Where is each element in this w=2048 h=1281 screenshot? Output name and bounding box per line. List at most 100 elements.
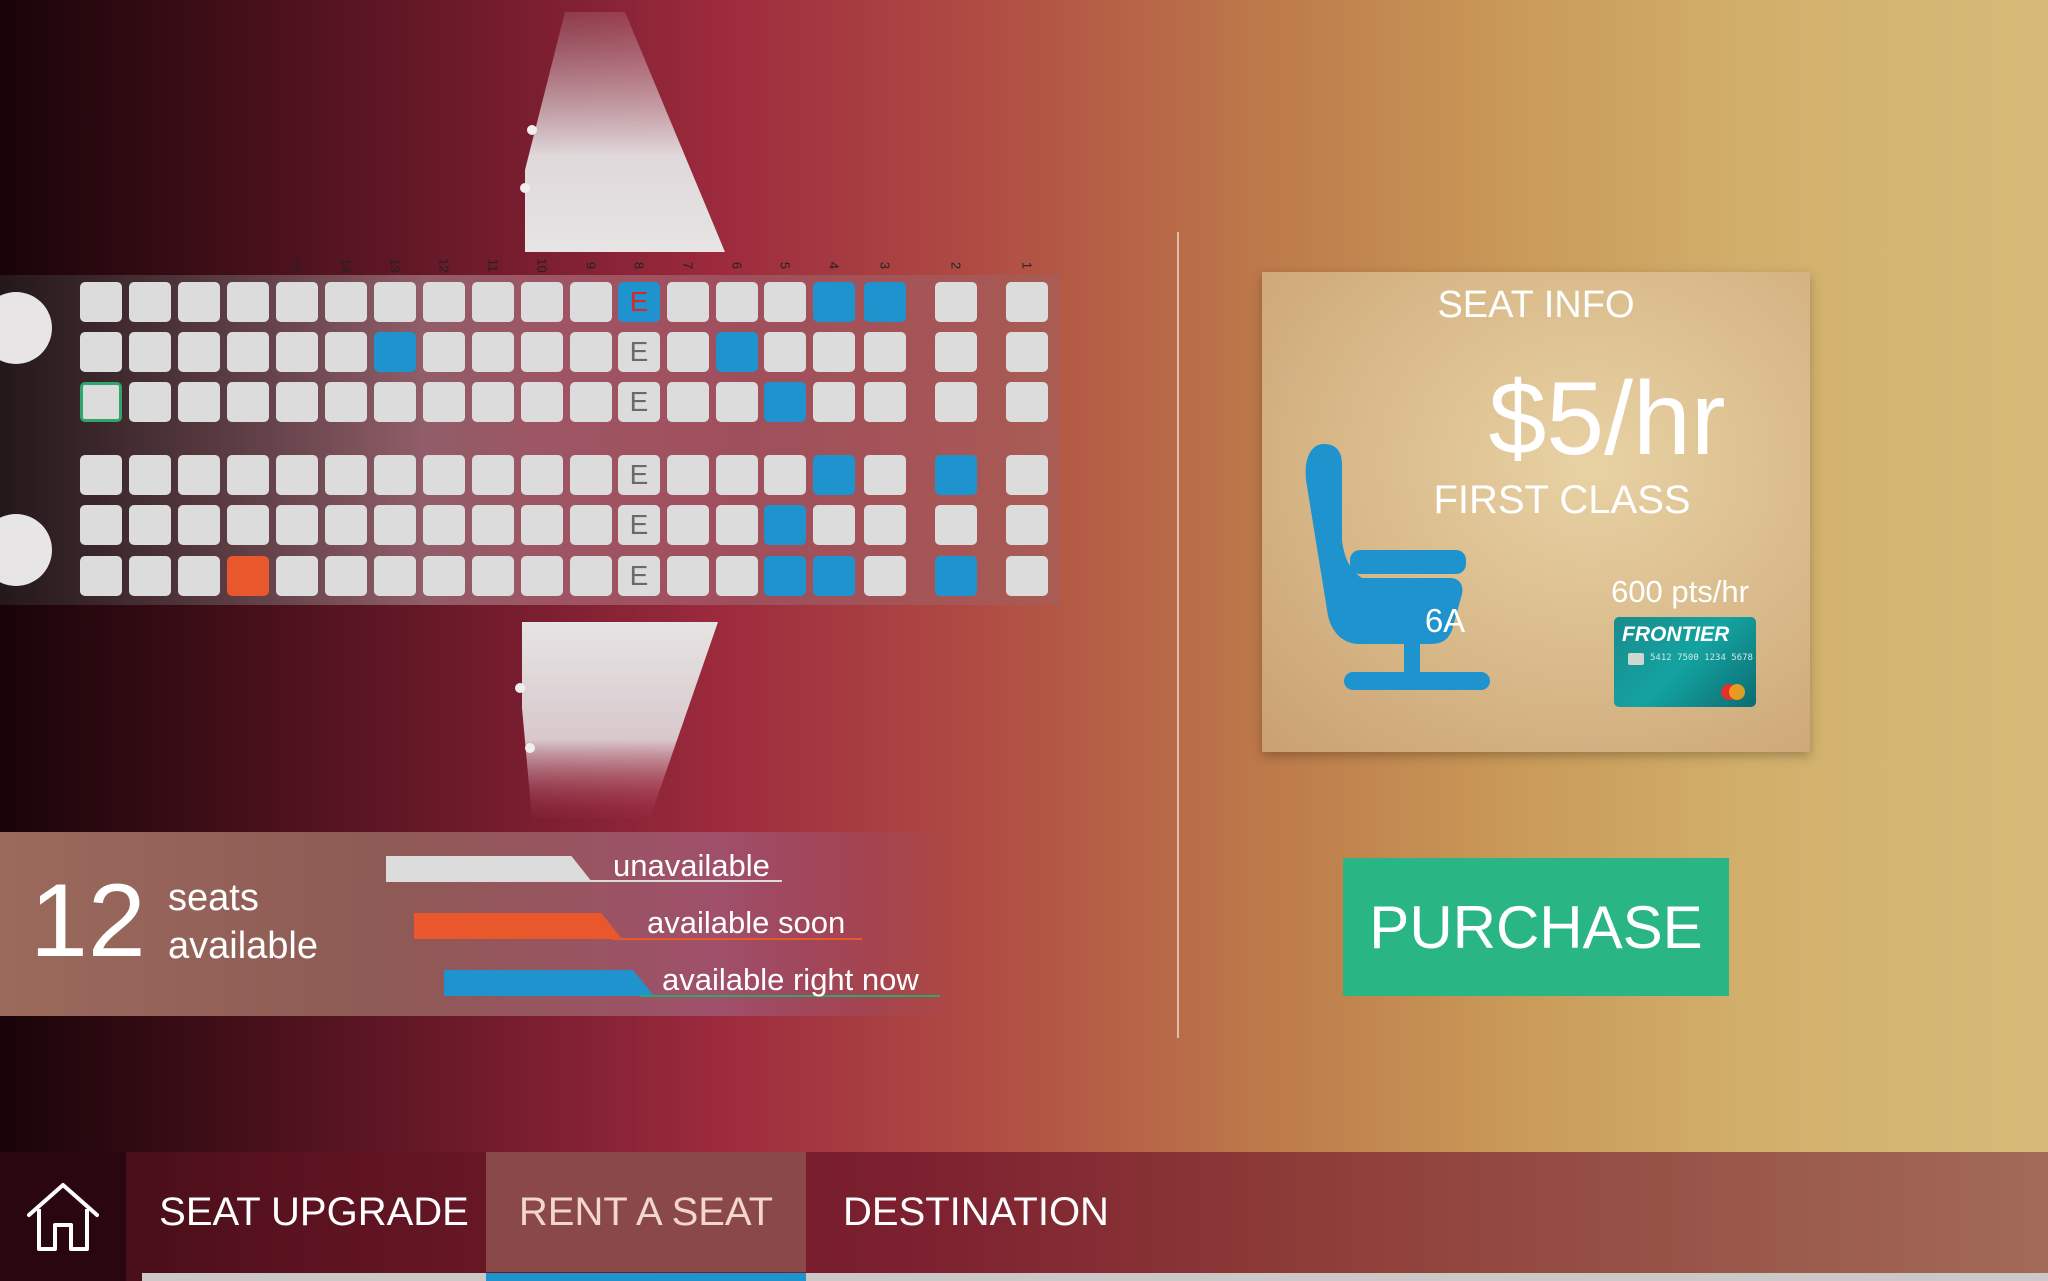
seat-unavailable[interactable] bbox=[178, 382, 220, 422]
seat-unavailable[interactable] bbox=[178, 455, 220, 495]
seat-unavailable[interactable] bbox=[864, 332, 906, 372]
seat-unavailable[interactable] bbox=[276, 332, 318, 372]
exit-row-seat[interactable]: E bbox=[618, 556, 660, 596]
seat-unavailable[interactable] bbox=[667, 382, 709, 422]
seat-unavailable[interactable] bbox=[570, 282, 612, 322]
seat-unavailable[interactable] bbox=[325, 382, 367, 422]
seat-unavailable[interactable] bbox=[178, 556, 220, 596]
seat-unavailable[interactable] bbox=[276, 282, 318, 322]
seat-unavailable[interactable] bbox=[570, 332, 612, 372]
seat-unavailable[interactable] bbox=[764, 332, 806, 372]
tab-destination[interactable]: DESTINATION bbox=[806, 1152, 1146, 1272]
seat-unavailable[interactable] bbox=[80, 556, 122, 596]
seat-unavailable[interactable] bbox=[80, 282, 122, 322]
seat-unavailable[interactable] bbox=[80, 332, 122, 372]
seat-unavailable[interactable] bbox=[80, 505, 122, 545]
seat-unavailable[interactable] bbox=[129, 382, 171, 422]
seat-unavailable[interactable] bbox=[472, 282, 514, 322]
seat-unavailable[interactable] bbox=[813, 332, 855, 372]
seat-unavailable[interactable] bbox=[864, 382, 906, 422]
seat-unavailable[interactable] bbox=[178, 505, 220, 545]
seat-unavailable[interactable] bbox=[570, 455, 612, 495]
seat-unavailable[interactable] bbox=[521, 382, 563, 422]
seat-unavailable[interactable] bbox=[716, 282, 758, 322]
seat-available-now[interactable] bbox=[764, 505, 806, 545]
seat-unavailable[interactable] bbox=[80, 382, 122, 422]
seat-unavailable[interactable] bbox=[935, 505, 977, 545]
seat-unavailable[interactable] bbox=[374, 505, 416, 545]
seat-unavailable[interactable] bbox=[325, 282, 367, 322]
seat-unavailable[interactable] bbox=[716, 505, 758, 545]
seat-unavailable[interactable] bbox=[570, 505, 612, 545]
seat-unavailable[interactable] bbox=[716, 556, 758, 596]
exit-row-seat[interactable]: E bbox=[618, 282, 660, 322]
seat-unavailable[interactable] bbox=[472, 455, 514, 495]
seat-unavailable[interactable] bbox=[178, 282, 220, 322]
purchase-button[interactable]: PURCHASE bbox=[1343, 858, 1729, 996]
tab-seat-upgrade[interactable]: SEAT UPGRADE bbox=[142, 1152, 486, 1272]
seat-unavailable[interactable] bbox=[521, 455, 563, 495]
seat-unavailable[interactable] bbox=[276, 455, 318, 495]
seat-unavailable[interactable] bbox=[472, 382, 514, 422]
seat-unavailable[interactable] bbox=[423, 455, 465, 495]
seat-unavailable[interactable] bbox=[129, 282, 171, 322]
seat-unavailable[interactable] bbox=[667, 505, 709, 545]
seat-unavailable[interactable] bbox=[374, 455, 416, 495]
seat-available-now[interactable] bbox=[764, 556, 806, 596]
seat-unavailable[interactable] bbox=[864, 556, 906, 596]
seat-unavailable[interactable] bbox=[227, 455, 269, 495]
seat-unavailable[interactable] bbox=[374, 556, 416, 596]
seat-unavailable[interactable] bbox=[423, 556, 465, 596]
seat-available-now[interactable] bbox=[813, 455, 855, 495]
seat-unavailable[interactable] bbox=[276, 505, 318, 545]
seat-unavailable[interactable] bbox=[667, 282, 709, 322]
seat-unavailable[interactable] bbox=[570, 382, 612, 422]
seat-unavailable[interactable] bbox=[521, 556, 563, 596]
seat-unavailable[interactable] bbox=[935, 282, 977, 322]
seat-unavailable[interactable] bbox=[472, 556, 514, 596]
seat-available-now[interactable] bbox=[764, 382, 806, 422]
seat-available-now[interactable] bbox=[813, 556, 855, 596]
seat-unavailable[interactable] bbox=[374, 382, 416, 422]
exit-row-seat[interactable]: E bbox=[618, 505, 660, 545]
seat-unavailable[interactable] bbox=[129, 505, 171, 545]
seat-unavailable[interactable] bbox=[129, 556, 171, 596]
seat-unavailable[interactable] bbox=[1006, 332, 1048, 372]
seat-unavailable[interactable] bbox=[716, 382, 758, 422]
tab-rent-a-seat[interactable]: RENT A SEAT bbox=[486, 1152, 806, 1272]
seat-unavailable[interactable] bbox=[178, 332, 220, 372]
seat-available-now[interactable] bbox=[813, 282, 855, 322]
seat-unavailable[interactable] bbox=[227, 332, 269, 372]
seat-unavailable[interactable] bbox=[570, 556, 612, 596]
seat-unavailable[interactable] bbox=[276, 382, 318, 422]
seat-unavailable[interactable] bbox=[764, 282, 806, 322]
seat-unavailable[interactable] bbox=[325, 455, 367, 495]
seat-unavailable[interactable] bbox=[129, 332, 171, 372]
seat-unavailable[interactable] bbox=[813, 382, 855, 422]
seat-unavailable[interactable] bbox=[325, 505, 367, 545]
exit-row-seat[interactable]: E bbox=[618, 382, 660, 422]
seat-unavailable[interactable] bbox=[521, 282, 563, 322]
seat-unavailable[interactable] bbox=[667, 455, 709, 495]
seat-unavailable[interactable] bbox=[521, 505, 563, 545]
seat-unavailable[interactable] bbox=[227, 282, 269, 322]
seat-unavailable[interactable] bbox=[423, 282, 465, 322]
seat-available-now[interactable] bbox=[935, 556, 977, 596]
seat-unavailable[interactable] bbox=[864, 455, 906, 495]
exit-row-seat[interactable]: E bbox=[618, 332, 660, 372]
seat-unavailable[interactable] bbox=[325, 556, 367, 596]
seat-unavailable[interactable] bbox=[1006, 455, 1048, 495]
seat-available-now[interactable] bbox=[374, 332, 416, 372]
seat-unavailable[interactable] bbox=[935, 332, 977, 372]
seat-available-now[interactable] bbox=[935, 455, 977, 495]
seat-unavailable[interactable] bbox=[1006, 382, 1048, 422]
seat-unavailable[interactable] bbox=[374, 282, 416, 322]
seat-unavailable[interactable] bbox=[472, 505, 514, 545]
seat-unavailable[interactable] bbox=[472, 332, 514, 372]
seat-unavailable[interactable] bbox=[325, 332, 367, 372]
seat-unavailable[interactable] bbox=[423, 505, 465, 545]
seat-unavailable[interactable] bbox=[716, 455, 758, 495]
home-button[interactable] bbox=[0, 1152, 126, 1281]
seat-available-now[interactable] bbox=[716, 332, 758, 372]
seat-unavailable[interactable] bbox=[1006, 556, 1048, 596]
